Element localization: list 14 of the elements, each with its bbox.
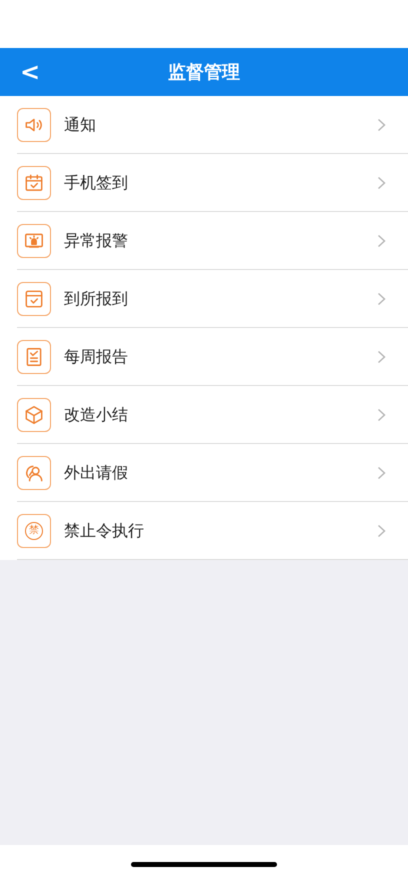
chevron-icon (377, 466, 386, 480)
chevron-icon (377, 118, 386, 132)
ban-icon: 禁 (25, 522, 43, 540)
chevron-icon (377, 292, 386, 306)
chevron-icon (377, 176, 386, 190)
chevron-icon (377, 524, 386, 538)
page-title: 监督管理 (168, 61, 240, 84)
chevron-icon (377, 234, 386, 248)
calendar-check-icon (23, 172, 45, 194)
back-button[interactable]: < (14, 56, 46, 88)
cube-icon (23, 404, 45, 426)
chevron-icon (377, 350, 386, 364)
check-box-icon (23, 288, 45, 310)
chevron-icon (377, 408, 386, 422)
